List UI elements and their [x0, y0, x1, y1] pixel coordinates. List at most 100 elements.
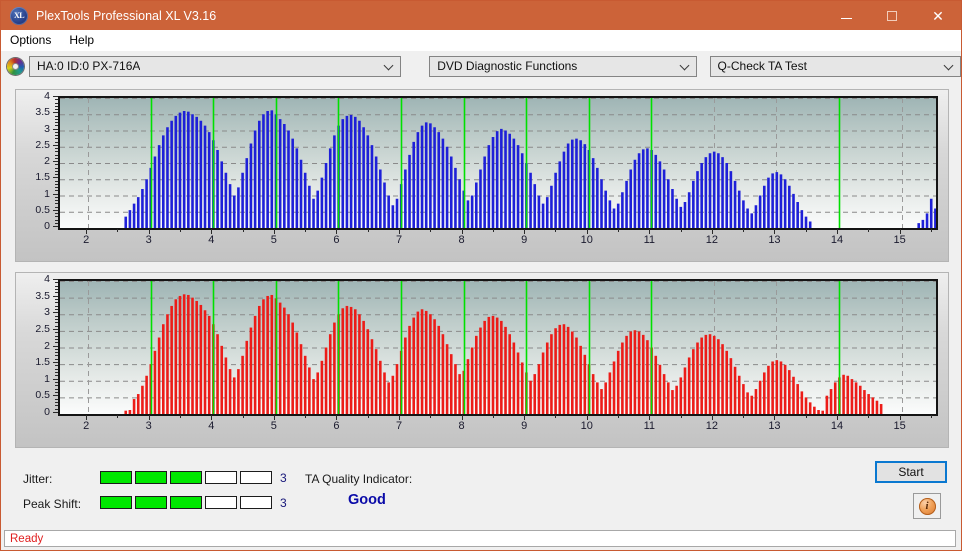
chart-bar	[629, 169, 633, 228]
chart-bar	[625, 180, 628, 228]
menu-item-help[interactable]: Help	[60, 31, 103, 50]
chart-bar	[241, 355, 244, 414]
x-axis-tick-label: 8	[458, 234, 465, 246]
chart-bar	[404, 337, 407, 414]
peak-shift-value: 3	[280, 496, 287, 510]
chart-bar	[253, 315, 257, 414]
minimize-button[interactable]	[823, 1, 869, 30]
chart-bar	[232, 377, 236, 414]
chart-bar	[591, 374, 595, 414]
chart-bar	[253, 130, 257, 228]
chart-bar	[821, 410, 824, 414]
chart-bar	[349, 114, 353, 228]
chart-bar	[157, 337, 161, 414]
chart-bar	[671, 390, 674, 414]
y-axis-tick-label: 2.5	[35, 322, 50, 335]
chart-bar	[879, 404, 883, 414]
chart-bar	[687, 357, 691, 414]
chart-bar	[191, 114, 194, 228]
x-axis-tick-label: 13	[768, 420, 781, 432]
x-axis-tick-label: 9	[521, 234, 528, 246]
test-select[interactable]: Q-Check TA Test	[709, 55, 961, 77]
chart-bar	[666, 382, 670, 414]
chart-bar	[633, 330, 637, 414]
function-select[interactable]: DVD Diagnostic Functions	[429, 55, 697, 77]
chart-bar	[708, 153, 712, 228]
chart-bar	[245, 158, 249, 228]
chart-bar	[278, 119, 282, 228]
chart-bar	[875, 400, 879, 414]
chart-bar	[312, 198, 315, 228]
x-axis-tick-label: 13	[768, 234, 781, 246]
chart-bar	[504, 130, 507, 228]
close-icon: ✕	[932, 7, 944, 24]
meter-segment	[100, 471, 132, 484]
chart-bar	[767, 177, 770, 228]
chart-bar	[929, 198, 933, 228]
x-axis-tick-label: 9	[521, 420, 528, 432]
menu-item-options[interactable]: Options	[1, 31, 60, 50]
chart-bar	[683, 202, 687, 228]
y-axis-tick-label: 2.5	[35, 138, 50, 151]
maximize-icon	[887, 10, 897, 21]
chart-bar	[445, 146, 449, 228]
chart-bar	[303, 172, 307, 228]
chart-bar	[141, 385, 144, 414]
chart-bar	[558, 324, 562, 414]
chart-bar	[424, 122, 428, 228]
chart-bar	[153, 350, 157, 414]
maximize-button[interactable]	[869, 1, 915, 30]
chart-bar	[483, 320, 486, 414]
chart-bar	[153, 156, 157, 228]
info-button[interactable]: i	[913, 493, 941, 519]
chart-bar	[312, 379, 315, 414]
chart-bar	[383, 182, 386, 228]
chart-bar	[420, 125, 424, 228]
chart-bar	[516, 145, 520, 228]
chart-bar	[199, 120, 203, 228]
chart-bar	[132, 399, 136, 414]
chart-bar	[387, 195, 390, 228]
start-button[interactable]: Start	[875, 461, 947, 483]
chart-bar	[779, 361, 783, 414]
chart-bar	[228, 184, 232, 228]
x-axis-tick-label: 4	[208, 234, 215, 246]
chart-bar	[529, 172, 532, 228]
chart-bar	[708, 334, 712, 414]
chart-bar	[124, 216, 128, 228]
close-button[interactable]: ✕	[915, 1, 961, 30]
chart-bar	[854, 382, 858, 414]
chart-bar	[191, 297, 194, 414]
chart-bar	[170, 305, 173, 414]
info-icon: i	[918, 497, 936, 515]
chart-bar	[249, 143, 253, 228]
chart-bar	[679, 377, 683, 414]
window-controls: ✕	[823, 1, 961, 30]
y-axis-tick-label: 0.5	[35, 389, 50, 402]
chart-bar	[278, 302, 282, 414]
chart-bar	[412, 141, 415, 228]
disc-icon	[7, 57, 24, 75]
chart-bar	[842, 374, 845, 414]
chart-bar	[541, 352, 545, 414]
chart-bar	[621, 192, 624, 228]
chart-bar	[479, 169, 482, 228]
chart-bar	[429, 123, 432, 228]
chart-bar	[625, 335, 628, 414]
meter-segment	[100, 496, 132, 509]
chart-bar	[529, 380, 532, 414]
y-axis-tick-label: 0	[44, 406, 50, 418]
chart-bar	[303, 355, 307, 414]
x-axis-tick-label: 5	[270, 234, 277, 246]
chart-bar	[145, 375, 148, 414]
chart-bar	[366, 135, 370, 228]
drive-select[interactable]: HA:0 ID:0 PX-716A	[29, 55, 402, 77]
chart-bar	[299, 159, 303, 228]
chevron-down-icon	[945, 61, 953, 69]
chart-bar	[725, 350, 729, 414]
jitter-meter	[100, 471, 272, 484]
y-axis-tick-label: 0	[44, 220, 50, 232]
chart-bar	[700, 337, 703, 414]
chart-bar	[863, 390, 866, 414]
chart-bar	[379, 360, 382, 414]
